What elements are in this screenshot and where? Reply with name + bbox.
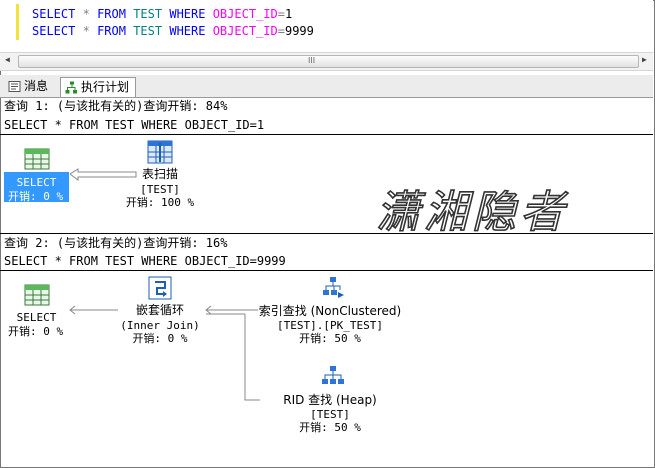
keyword-select: SELECT [32,24,76,38]
code-line-1[interactable]: SELECT * FROM TEST WHERE OBJECT_ID=1 [32,6,292,22]
nested-loops-label: 嵌套循环 [135,303,184,317]
select-node-label: SELECT [16,176,57,189]
table-name: TEST [133,24,163,38]
keyword-from: FROM [97,24,126,38]
operator-star: * [82,7,90,21]
code-line-2[interactable]: SELECT * FROM TEST WHERE OBJECT_ID=9999 [32,23,314,39]
table-scan-icon[interactable] [147,140,173,164]
tab-execution-plan[interactable]: 执行计划 [60,77,137,97]
nested-loops-cost: 开销: 0 % [132,332,188,345]
scroll-left-icon[interactable]: ◀ [5,55,10,64]
select-node-label: SELECT [16,311,57,324]
change-marker [16,4,19,40]
function-object-id: OBJECT_ID [212,24,278,38]
flow-arrow [69,305,118,315]
select-node-cost: 开销: 0 % [8,190,64,203]
literal-value: 1 [284,7,293,21]
tab-messages[interactable]: 消息 [4,77,54,96]
scrollbar-grip-icon: III [308,56,316,65]
operator-eq: = [277,24,285,38]
scroll-right-icon[interactable]: ▶ [642,55,647,64]
query1-separator [0,134,653,135]
execution-plan-icon [65,81,77,94]
sql-editor[interactable]: SELECT * FROM TEST WHERE OBJECT_ID=1 SEL… [0,0,653,58]
result-tabs: 消息 执行计划 [0,75,653,98]
watermark-calligraphy: 潇湘隐者 [375,186,568,239]
index-seek-label: 索引查找 (NonClustered) [258,304,402,318]
query2-sql: SELECT * FROM TEST WHERE OBJECT_ID=9999 [4,254,286,268]
tab-execution-plan-label: 执行计划 [81,80,130,94]
index-seek-icon[interactable] [321,276,345,300]
function-object-id: OBJECT_ID [212,7,278,21]
table-scan-cost: 开销: 100 % [125,196,195,209]
query1-header: 查询 1: (与该批有关的)查询开销: 84% [4,99,228,113]
table-name: TEST [133,7,163,21]
keyword-where: WHERE [169,24,206,38]
operator-eq: = [277,7,285,21]
select-result-icon[interactable] [24,148,50,170]
messages-icon [8,81,21,92]
nested-loops-detail: (Inner Join) [120,319,200,332]
query2-separator [0,270,653,271]
keyword-from: FROM [97,7,126,21]
index-seek-cost: 开销: 50 % [299,332,361,345]
index-seek-object: [TEST].[PK_TEST] [277,319,383,332]
select-node-cost: 开销: 0 % [8,325,64,338]
rid-lookup-object: [TEST] [310,408,350,421]
operator-star: * [82,24,90,38]
query1-sql: SELECT * FROM TEST WHERE OBJECT_ID=1 [4,118,265,132]
literal-value: 9999 [284,24,314,38]
table-scan-label: 表扫描 [141,167,178,181]
rid-lookup-label: RID 查找 (Heap) [283,393,377,407]
query2-header: 查询 2: (与该批有关的)查询开销: 16% [4,236,228,250]
rid-lookup-icon[interactable] [320,365,346,389]
horizontal-scrollbar[interactable]: ◀ III ▶ [0,52,653,71]
select-result-icon[interactable] [24,284,50,306]
scrollbar-thumb[interactable] [18,55,639,68]
nested-loops-icon[interactable] [147,275,173,301]
query2-top-separator [0,233,653,234]
keyword-select: SELECT [32,7,76,21]
table-scan-object: [TEST] [140,183,180,196]
rid-lookup-cost: 开销: 50 % [299,421,361,434]
tab-messages-label: 消息 [24,79,49,93]
keyword-where: WHERE [169,7,206,21]
